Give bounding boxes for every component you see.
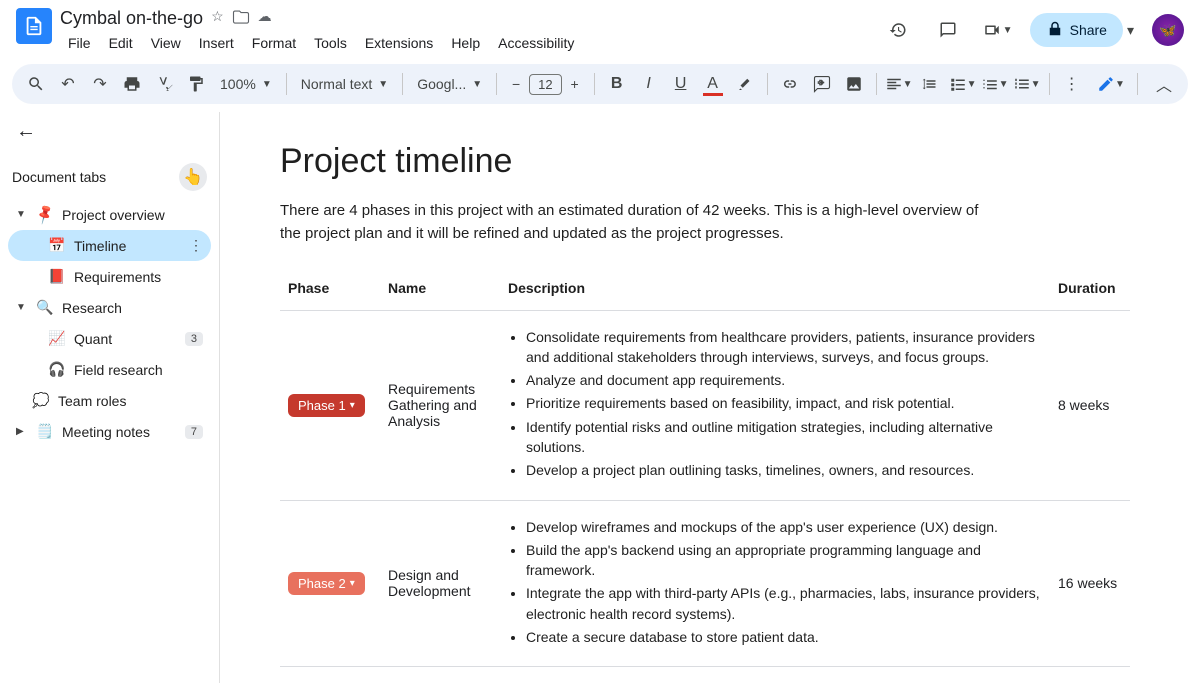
pin-icon: 📌 [33, 203, 57, 227]
chart-icon: 📈 [48, 330, 66, 347]
share-dropdown[interactable]: ▾ [1123, 22, 1138, 39]
item-more-icon[interactable]: ⋮ [189, 237, 203, 254]
toolbar: ↶ ↷ 100% ▼ Normal text ▼ Googl... ▼ − 12… [12, 64, 1188, 104]
menu-insert[interactable]: Insert [191, 31, 242, 55]
menu-accessibility[interactable]: Accessibility [490, 31, 582, 55]
headphones-icon: 🎧 [48, 361, 66, 378]
menu-edit[interactable]: Edit [101, 31, 141, 55]
sidebar: ← Document tabs 👆 ▼📌 Project overview 📅 … [0, 112, 220, 683]
share-button[interactable]: Share [1030, 13, 1123, 47]
spellcheck-icon[interactable] [150, 70, 178, 98]
italic-icon[interactable]: I [635, 70, 663, 98]
sidebar-item-project-overview[interactable]: ▼📌 Project overview [8, 199, 211, 230]
align-icon[interactable]: ▼ [885, 70, 913, 98]
back-button[interactable]: ← [8, 112, 211, 151]
sidebar-item-requirements[interactable]: 📕 Requirements [8, 261, 211, 292]
font-size-control: − 12 + [505, 73, 585, 95]
sidebar-header: Document tabs [12, 169, 106, 185]
menu-help[interactable]: Help [443, 31, 488, 55]
bullet-list-icon[interactable]: ▼ [981, 70, 1009, 98]
font-size-increase[interactable]: + [564, 73, 586, 95]
bold-icon[interactable]: B [603, 70, 631, 98]
page-title[interactable]: Project timeline [280, 142, 1130, 181]
numbered-list-icon[interactable]: ▼ [1013, 70, 1041, 98]
menu-tools[interactable]: Tools [306, 31, 355, 55]
print-icon[interactable] [118, 70, 146, 98]
font-size-input[interactable]: 12 [529, 74, 561, 95]
font-size-decrease[interactable]: − [505, 73, 527, 95]
notes-icon: 🗒️ [36, 423, 54, 440]
redo-icon[interactable]: ↷ [86, 70, 114, 98]
row-description[interactable]: Develop wireframes and mockups of the ap… [500, 500, 1050, 667]
undo-icon[interactable]: ↶ [54, 70, 82, 98]
col-name: Name [380, 270, 500, 311]
star-icon[interactable]: ☆ [211, 8, 224, 29]
underline-icon[interactable]: U [667, 70, 695, 98]
sidebar-item-quant[interactable]: 📈 Quant 3 [8, 323, 211, 354]
document-title[interactable]: Cymbal on-the-go [60, 8, 203, 29]
account-avatar[interactable]: 🦋 [1152, 14, 1184, 46]
phase-chip[interactable]: Phase 2 ▾ [288, 572, 365, 595]
history-icon[interactable] [880, 12, 916, 48]
checklist-icon[interactable]: ▼ [949, 70, 977, 98]
phase-chip[interactable]: Phase 1 ▾ [288, 394, 365, 417]
col-phase: Phase [280, 270, 380, 311]
text-color-icon[interactable]: A [699, 70, 727, 98]
sidebar-item-research[interactable]: ▼🔍 Research [8, 292, 211, 323]
col-description: Description [500, 270, 1050, 311]
style-select[interactable]: Normal text ▼ [295, 76, 394, 92]
docs-logo[interactable] [16, 8, 52, 44]
editing-mode-icon[interactable]: ▼ [1097, 70, 1125, 98]
sidebar-item-timeline[interactable]: 📅 Timeline ⋮ [8, 230, 211, 261]
col-duration: Duration [1050, 270, 1130, 311]
add-comment-icon[interactable] [808, 70, 836, 98]
row-name[interactable]: Requirements Gathering and Analysis [380, 310, 500, 500]
table-row[interactable]: Phase 1 ▾ Requirements Gathering and Ana… [280, 310, 1130, 500]
app-header: Cymbal on-the-go ☆ ☁ File Edit View Inse… [0, 0, 1200, 56]
table-row[interactable]: Phase 2 ▾ Design and Development Develop… [280, 500, 1130, 667]
row-duration[interactable]: 16 weeks [1050, 500, 1130, 667]
magnifier-icon: 🔍 [36, 299, 54, 316]
timeline-table[interactable]: Phase Name Description Duration Phase 1 … [280, 270, 1130, 668]
add-tab-button[interactable]: 👆 [179, 163, 207, 191]
paint-format-icon[interactable] [182, 70, 210, 98]
font-select[interactable]: Googl... ▼ [411, 76, 488, 92]
row-duration[interactable]: 8 weeks [1050, 310, 1130, 500]
comments-icon[interactable] [930, 12, 966, 48]
collapse-toolbar-icon[interactable]: ︿ [1150, 70, 1178, 98]
menu-format[interactable]: Format [244, 31, 304, 55]
line-spacing-icon[interactable] [917, 70, 945, 98]
row-description[interactable]: Consolidate requirements from healthcare… [500, 310, 1050, 500]
link-icon[interactable] [776, 70, 804, 98]
highlight-icon[interactable] [731, 70, 759, 98]
menu-extensions[interactable]: Extensions [357, 31, 441, 55]
menu-file[interactable]: File [60, 31, 99, 55]
row-name[interactable]: Design and Development [380, 500, 500, 667]
intro-paragraph[interactable]: There are 4 phases in this project with … [280, 199, 980, 246]
sidebar-item-team-roles[interactable]: 💭 Team roles [8, 385, 211, 416]
book-icon: 📕 [48, 268, 66, 285]
cloud-status-icon[interactable]: ☁ [258, 8, 272, 29]
sidebar-item-field-research[interactable]: 🎧 Field research [8, 354, 211, 385]
meet-icon[interactable]: ▼ [980, 12, 1016, 48]
calendar-icon: 📅 [48, 237, 66, 254]
search-menus-icon[interactable] [22, 70, 50, 98]
more-tools-icon[interactable]: ⋮ [1058, 70, 1086, 98]
zoom-select[interactable]: 100% ▼ [214, 76, 278, 92]
speech-icon: 💭 [32, 392, 50, 409]
move-icon[interactable] [232, 8, 250, 29]
sidebar-item-meeting-notes[interactable]: ▶🗒️ Meeting notes 7 [8, 416, 211, 447]
menu-view[interactable]: View [143, 31, 189, 55]
menu-bar: File Edit View Insert Format Tools Exten… [60, 31, 880, 55]
insert-image-icon[interactable] [840, 70, 868, 98]
document-canvas[interactable]: Project timeline There are 4 phases in t… [220, 112, 1200, 683]
